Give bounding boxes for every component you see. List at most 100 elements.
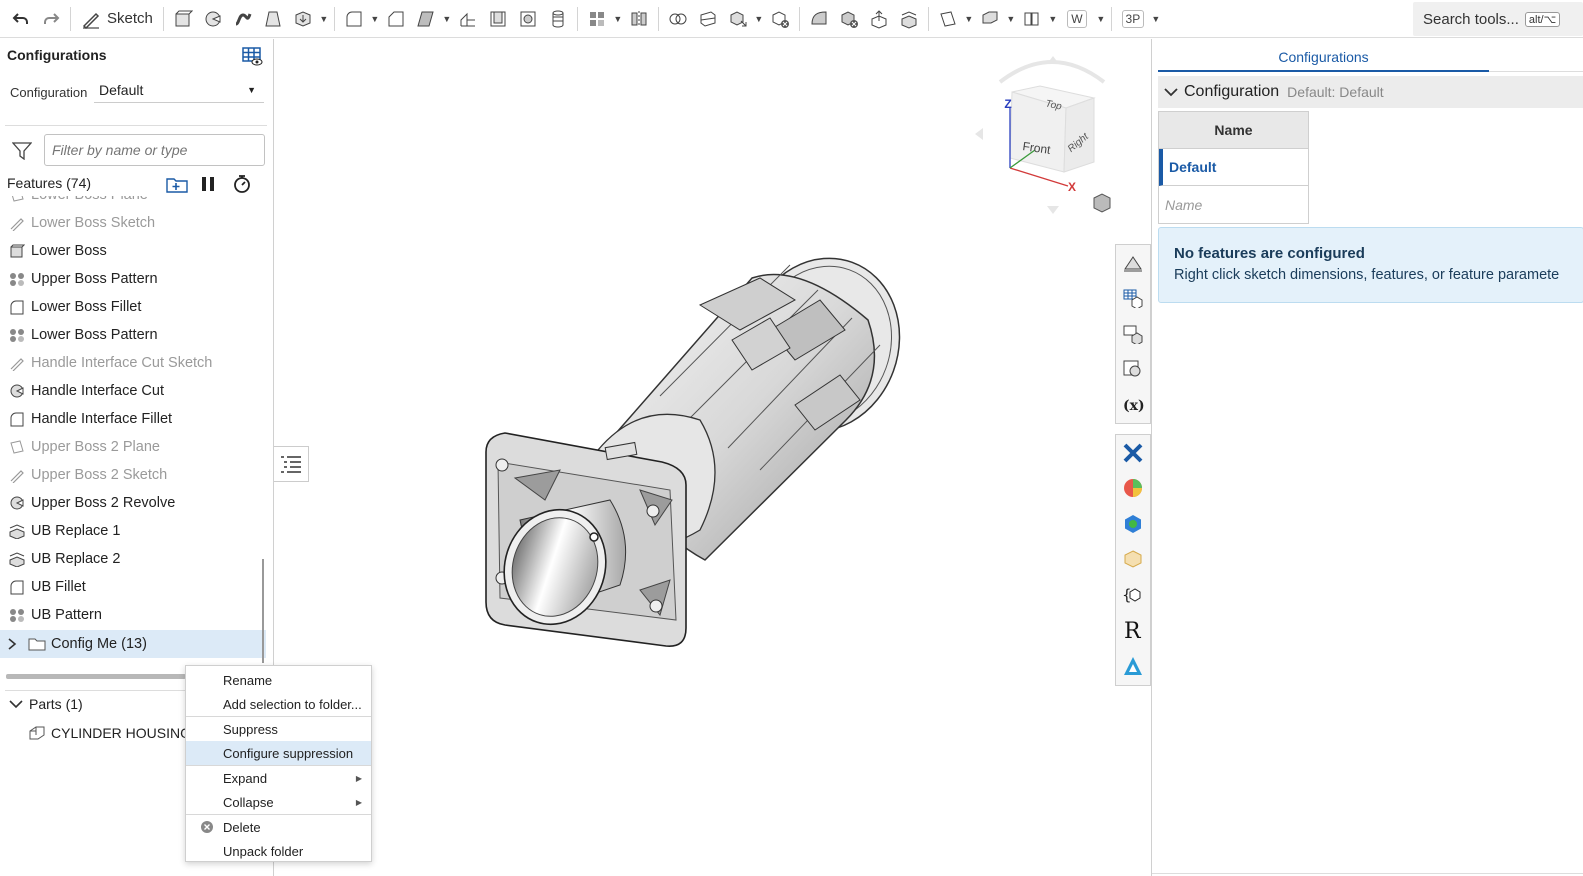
configuration-section-header[interactable]: Configuration Default: Default: [1158, 76, 1583, 108]
split-icon[interactable]: [693, 4, 723, 34]
feature-item[interactable]: Upper Boss Pattern: [0, 265, 266, 293]
context-menu-item[interactable]: Configure suppression: [186, 741, 371, 765]
context-menu-item[interactable]: Suppress: [186, 717, 371, 741]
feature-item[interactable]: Lower Boss Plane: [0, 196, 266, 209]
feature-item[interactable]: UB Replace 1: [0, 517, 266, 545]
rib-icon[interactable]: [453, 4, 483, 34]
fillet-icon[interactable]: [339, 4, 369, 34]
pattern-icon[interactable]: [582, 4, 612, 34]
context-menu-item[interactable]: Collapse ▶: [186, 790, 371, 814]
sketch-pencil-icon: [82, 12, 100, 29]
move-face-icon[interactable]: [864, 4, 894, 34]
boolean-icon[interactable]: [663, 4, 693, 34]
chevron-down-icon[interactable]: ▼: [369, 14, 381, 24]
feature-folder-item[interactable]: Config Me (13): [0, 630, 266, 658]
mirror-icon[interactable]: [624, 4, 654, 34]
hole-icon[interactable]: [513, 4, 543, 34]
feature-list-scrollbar[interactable]: [262, 559, 264, 663]
sweep-icon[interactable]: [228, 4, 258, 34]
redo-icon[interactable]: [36, 4, 66, 34]
app-hexagon-icon[interactable]: [1116, 506, 1150, 542]
chevron-down-icon[interactable]: ▼: [612, 14, 624, 24]
configuration-select[interactable]: Default ▼: [94, 77, 264, 103]
configuration-table-icon[interactable]: [242, 47, 264, 72]
new-configuration-name-input[interactable]: Name: [1159, 186, 1308, 223]
shell-icon[interactable]: [483, 4, 513, 34]
search-tools-input[interactable]: Search tools... alt/⌥: [1413, 2, 1583, 36]
transform-icon[interactable]: [723, 4, 753, 34]
modify-fillet-icon[interactable]: [804, 4, 834, 34]
delete-face-icon[interactable]: [834, 4, 864, 34]
app-triangle-icon[interactable]: [1116, 648, 1150, 684]
sheet-metal-icon[interactable]: [975, 4, 1005, 34]
feature-item[interactable]: Handle Interface Fillet: [0, 405, 266, 433]
variables-icon[interactable]: (x): [1116, 387, 1150, 423]
chevron-down-icon[interactable]: ▼: [1047, 14, 1059, 24]
chamfer-icon[interactable]: [381, 4, 411, 34]
feature-item[interactable]: Upper Boss 2 Sketch: [0, 461, 266, 489]
pause-icon[interactable]: [200, 175, 216, 198]
configurations-panel-icon[interactable]: [1116, 281, 1150, 317]
feature-item[interactable]: Lower Boss Fillet: [0, 293, 266, 321]
horizontal-scrollbar[interactable]: [6, 674, 186, 679]
replace-face-icon[interactable]: [894, 4, 924, 34]
draft-icon[interactable]: [411, 4, 441, 34]
revolve-icon[interactable]: [198, 4, 228, 34]
feature-item[interactable]: Lower Boss Sketch: [0, 209, 266, 237]
undo-icon[interactable]: [6, 4, 36, 34]
filter-icon[interactable]: [11, 142, 33, 165]
chevron-down-icon[interactable]: ▼: [318, 14, 330, 24]
chevron-down-icon[interactable]: ▼: [1095, 14, 1107, 24]
app-cube-icon[interactable]: [1116, 542, 1150, 578]
mass-properties-icon[interactable]: [1116, 316, 1150, 352]
context-menu-item[interactable]: Unpack folder: [186, 839, 371, 863]
chevron-down-icon[interactable]: ▼: [963, 14, 975, 24]
feature-item[interactable]: Upper Boss 2 Revolve: [0, 489, 266, 517]
parts-header[interactable]: Parts (1): [9, 696, 83, 712]
context-menu-item[interactable]: Expand ▶: [186, 766, 371, 790]
part-item[interactable]: CYLINDER HOUSING: [28, 725, 191, 741]
tab-configurations[interactable]: Configurations: [1158, 39, 1489, 72]
loft-icon[interactable]: [258, 4, 288, 34]
frame-icon[interactable]: [1017, 4, 1047, 34]
third-party-apps-button[interactable]: 3P: [1116, 4, 1150, 34]
thread-icon[interactable]: [543, 4, 573, 34]
list-view-toggle-icon[interactable]: [274, 446, 309, 482]
sketch-button[interactable]: Sketch: [75, 5, 159, 33]
plane-icon[interactable]: [933, 4, 963, 34]
graphics-viewport[interactable]: Top Front Right Z X: [310, 39, 1131, 876]
feature-item[interactable]: Lower Boss: [0, 237, 266, 265]
app-x-icon[interactable]: [1116, 435, 1150, 471]
cylinder-housing-model[interactable]: [485, 236, 924, 647]
feature-item[interactable]: Handle Interface Cut Sketch: [0, 349, 266, 377]
chevron-down-icon[interactable]: ▼: [753, 14, 765, 24]
configuration-row-default[interactable]: Default: [1159, 149, 1308, 186]
feature-item[interactable]: Handle Interface Cut: [0, 377, 266, 405]
feature-item[interactable]: UB Replace 2: [0, 545, 266, 573]
chevron-right-icon[interactable]: [7, 637, 21, 651]
add-folder-icon[interactable]: [166, 175, 188, 198]
context-menu-item[interactable]: Rename: [186, 668, 371, 692]
chevron-down-icon[interactable]: ▼: [441, 14, 453, 24]
feature-item[interactable]: UB Fillet: [0, 573, 266, 601]
context-menu-item[interactable]: Add selection to folder...: [186, 692, 371, 716]
feature-item[interactable]: UB Pattern: [0, 601, 266, 629]
feature-item[interactable]: Lower Boss Pattern: [0, 321, 266, 349]
appearance-panel-icon[interactable]: [1116, 245, 1150, 281]
chevron-down-icon[interactable]: ▼: [1005, 14, 1017, 24]
chevron-down-icon[interactable]: ▼: [1150, 14, 1162, 24]
extrude-icon[interactable]: [168, 4, 198, 34]
thicken-icon[interactable]: [288, 4, 318, 34]
app-color-wheel-icon[interactable]: [1116, 471, 1150, 507]
delete-part-icon[interactable]: [765, 4, 795, 34]
filter-input[interactable]: [44, 134, 265, 166]
app-r-icon[interactable]: R: [1116, 613, 1150, 649]
app-braces-icon[interactable]: {: [1116, 577, 1150, 613]
measure-icon[interactable]: [1116, 352, 1150, 388]
context-menu-item[interactable]: Delete: [186, 815, 371, 839]
feature-item[interactable]: Upper Boss 2 Plane: [0, 433, 266, 461]
feature-label: UB Pattern: [31, 607, 102, 623]
view-cube[interactable]: [975, 56, 1131, 214]
weld-icon[interactable]: W: [1059, 4, 1095, 34]
feature-list[interactable]: Lower Boss Plane Lower Boss Sketch Lower B…: [0, 196, 268, 662]
